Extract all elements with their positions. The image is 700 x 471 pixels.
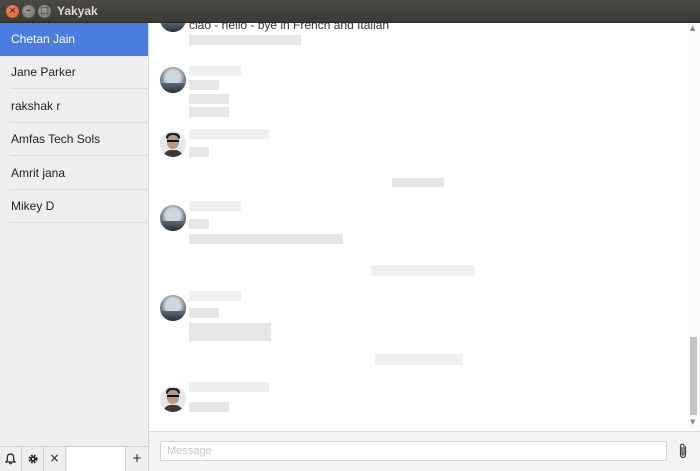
chat-scrollbar[interactable]: ▲ ▼ [688, 23, 700, 431]
title-bar: × – □ Yakyak [0, 0, 700, 23]
scroll-thumb[interactable] [690, 337, 697, 415]
notifications-button[interactable] [0, 447, 22, 471]
conversation-name: Amfas Tech Sols [11, 132, 101, 146]
bell-icon [4, 453, 17, 465]
blurred-message [189, 402, 229, 412]
footer-field[interactable] [67, 447, 126, 471]
blurred-message [189, 107, 229, 117]
blurred-sender [189, 66, 241, 76]
sidebar-footer: × + [0, 446, 148, 471]
blurred-message [189, 94, 229, 104]
blurred-message [189, 35, 301, 45]
blurred-sender [189, 129, 269, 139]
close-conversation-button[interactable]: × [44, 447, 66, 471]
avatar [160, 131, 186, 157]
window-maximize-button[interactable]: □ [38, 5, 51, 18]
avatar-body [163, 405, 183, 412]
divider [10, 155, 148, 156]
blurred-timestamp [392, 178, 444, 187]
blurred-sender [189, 201, 241, 211]
blurred-message [189, 333, 271, 341]
blurred-message [189, 308, 219, 318]
blurred-message [189, 219, 209, 229]
divider [10, 222, 148, 223]
blurred-sender [189, 382, 269, 392]
blurred-message [189, 323, 271, 333]
blurred-message [189, 80, 219, 90]
conversation-name: Mikey D [11, 199, 55, 213]
conversation-name: Amrit jana [11, 166, 66, 180]
avatar [160, 205, 186, 231]
message-composer [149, 431, 700, 471]
conversation-item[interactable]: Amfas Tech Sols [0, 123, 148, 156]
conversation-name: Chetan Jain [11, 32, 76, 46]
app-window: × – □ Yakyak Chetan Jain Jane Parker rak… [0, 0, 700, 471]
conversation-item[interactable]: rakshak r [0, 90, 148, 123]
blurred-sender [189, 291, 241, 301]
blurred-timestamp [371, 265, 475, 276]
conversation-item[interactable]: Chetan Jain [0, 23, 148, 56]
conversation-name: Jane Parker [11, 65, 76, 79]
avatar-glasses [167, 140, 179, 143]
blurred-message [189, 234, 343, 244]
blurred-message [189, 147, 209, 157]
avatar-glasses [167, 395, 179, 398]
avatar-body [163, 150, 183, 157]
message-text: ciao - hello - bye in French and Italian [189, 23, 390, 32]
paperclip-icon [679, 443, 687, 459]
blurred-timestamp [375, 354, 463, 365]
window-close-button[interactable]: × [6, 5, 19, 18]
avatar [160, 386, 186, 412]
conversation-item[interactable]: Mikey D [0, 190, 148, 223]
conversation-item[interactable]: Amrit jana [0, 157, 148, 190]
message-input[interactable] [160, 441, 667, 461]
attach-button[interactable] [675, 442, 691, 460]
add-conversation-button[interactable]: + [126, 447, 148, 471]
window-minimize-button[interactable]: – [22, 5, 35, 18]
avatar [160, 23, 186, 32]
avatar [160, 67, 186, 93]
avatar [160, 295, 186, 321]
message-pane: ciao - hello - bye in French and Italian [149, 23, 700, 431]
scroll-down-arrow-icon[interactable]: ▼ [690, 418, 695, 426]
divider [10, 88, 148, 89]
conversation-item[interactable]: Jane Parker [0, 56, 148, 89]
window-title: Yakyak [57, 4, 98, 18]
conversation-list: Chetan Jain Jane Parker rakshak r Amfas … [0, 23, 149, 471]
scroll-up-arrow-icon[interactable]: ▲ [690, 24, 695, 32]
settings-button[interactable] [22, 447, 44, 471]
conversation-name: rakshak r [11, 99, 61, 113]
gear-icon [27, 454, 38, 464]
